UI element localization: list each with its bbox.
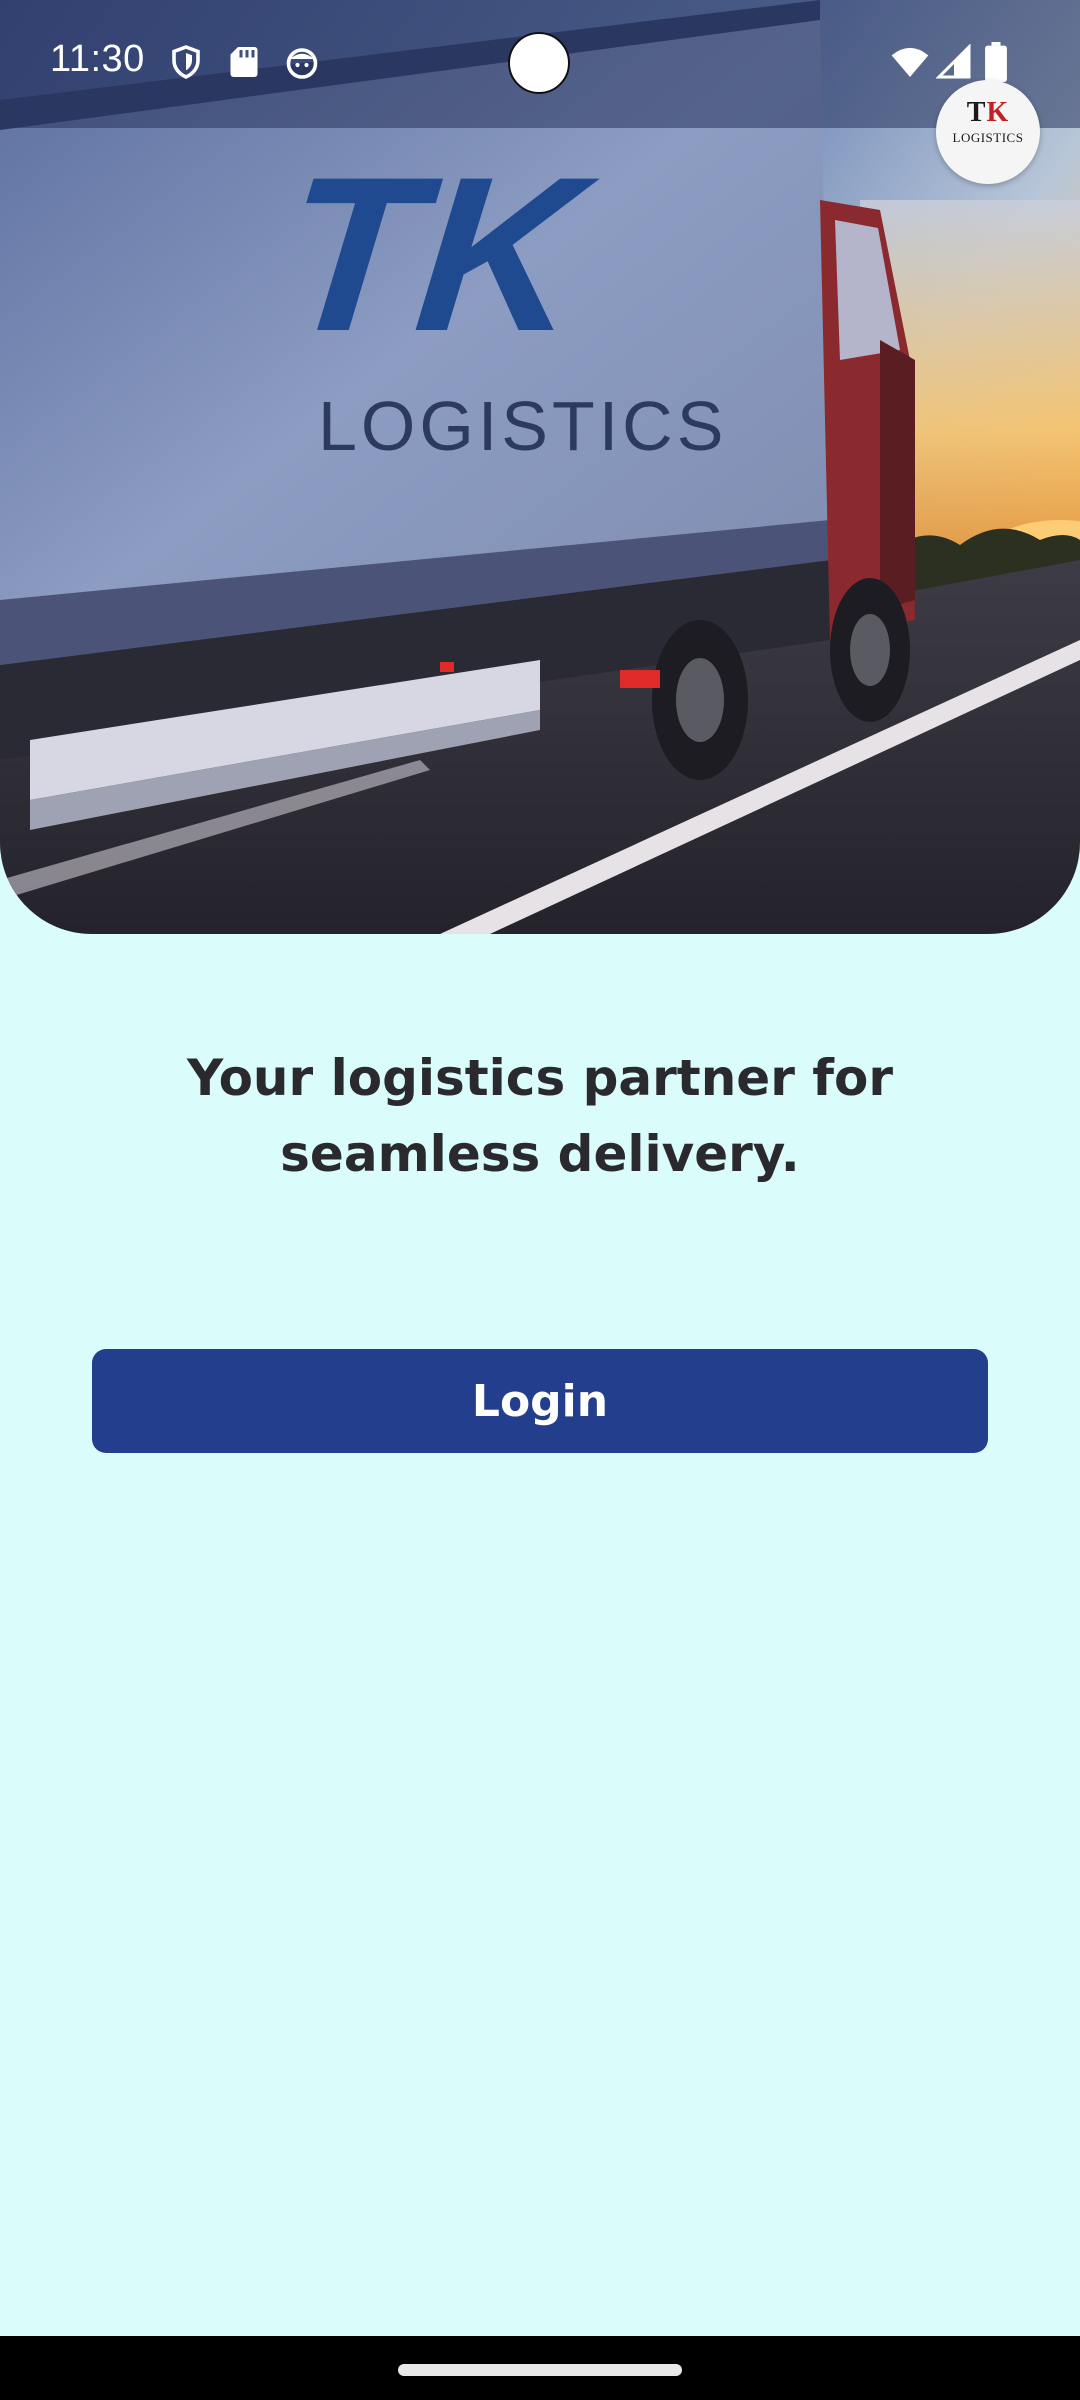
- sd-card-icon: [230, 47, 258, 77]
- battery-icon: [985, 42, 1007, 82]
- logo-letters: TK: [936, 98, 1040, 128]
- home-indicator[interactable]: [398, 2364, 682, 2376]
- truck-brand-tk: TK: [272, 131, 605, 377]
- welcome-screen: TK LOGISTICS 11:30 TK LOGISTICS Your log…: [0, 0, 1080, 2400]
- tagline: Your logistics partner for seamless deli…: [186, 1049, 894, 1183]
- logo-letter-k: K: [986, 97, 1010, 128]
- logo-letter-t: T: [966, 97, 987, 128]
- company-logo: TK LOGISTICS: [936, 80, 1040, 184]
- hero-truck-image: TK LOGISTICS: [0, 0, 1080, 934]
- shield-icon: [172, 45, 200, 79]
- wifi-icon: [891, 47, 929, 77]
- status-time: 11:30: [50, 38, 145, 80]
- login-button[interactable]: Login: [92, 1349, 988, 1453]
- face-icon: [286, 48, 318, 79]
- front-camera: [508, 32, 570, 94]
- navigation-bar: [0, 2336, 1080, 2400]
- cellular-signal-icon: [936, 44, 971, 79]
- status-bar: 11:30: [0, 0, 1080, 128]
- truck-brand-logistics: LOGISTICS: [318, 387, 727, 465]
- logo-text: LOGISTICS: [952, 130, 1024, 145]
- truck-photo: TK LOGISTICS: [0, 0, 1080, 934]
